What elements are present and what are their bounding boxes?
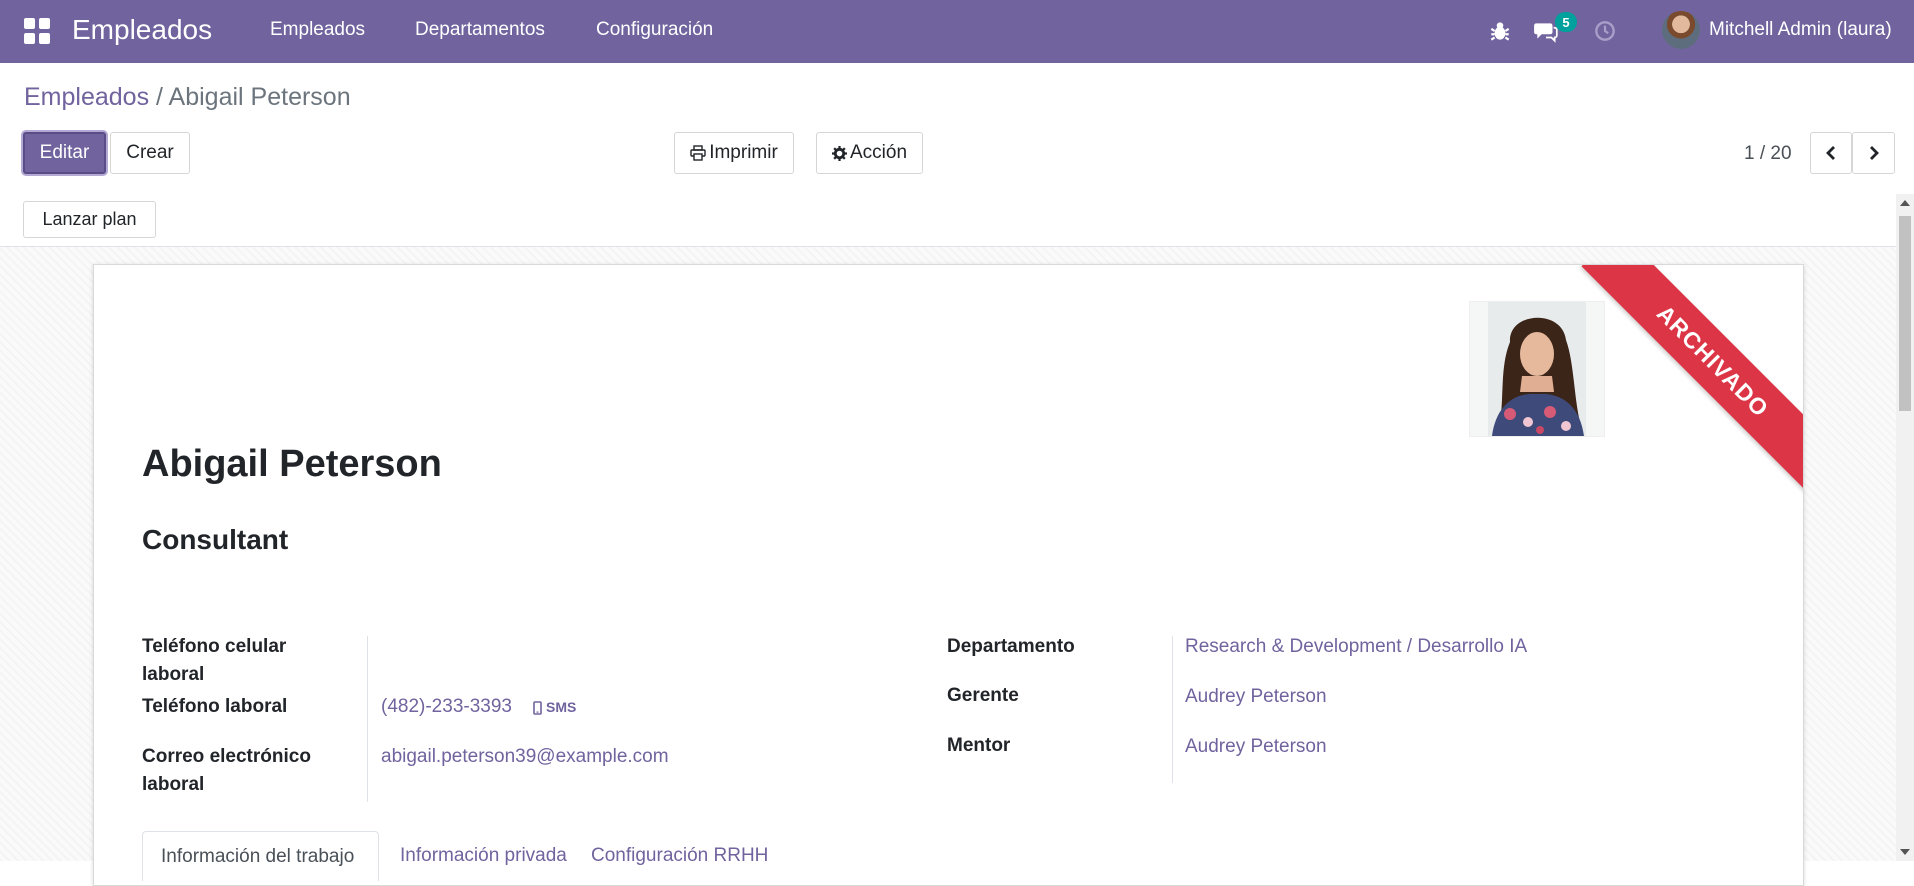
label-work-email: Correo electrónico laboral [142,746,311,795]
print-button[interactable]: Imprimir [674,132,794,174]
employee-name[interactable]: Abigail Peterson [142,443,442,486]
create-button[interactable]: Crear [110,132,190,174]
menu-item-departamentos[interactable]: Departamentos [415,19,545,41]
action-button[interactable]: Acción [816,132,923,174]
label-manager: Gerente [947,685,1019,706]
pager-next-button[interactable] [1852,132,1895,174]
value-department[interactable]: Research & Development / Desarrollo IA [1185,633,1527,661]
edit-button[interactable]: Editar [23,132,106,174]
breadcrumb: Empleados / Abigail Peterson [24,83,351,112]
value-work-phone[interactable]: (482)-233-3393 [381,693,512,721]
user-name[interactable]: Mitchell Admin (laura) [1709,19,1892,41]
apps-icon[interactable] [24,18,50,44]
employee-form-sheet: ARCHIVADO Abigail Peterson Consultant Te… [93,264,1804,886]
print-label: Imprimir [709,142,778,163]
employee-job-title[interactable]: Consultant [142,524,288,556]
breadcrumb-separator: / [149,83,169,111]
field-divider [367,636,368,802]
top-navbar: Empleados Empleados Departamentos Config… [0,0,1914,63]
avatar[interactable] [1662,11,1700,49]
control-panel: Empleados / Abigail Peterson Editar Crea… [0,63,1914,195]
value-mentor[interactable]: Audrey Peterson [1185,733,1327,761]
label-mentor: Mentor [947,735,1011,756]
app-title[interactable]: Empleados [72,14,212,46]
page-scrollbar[interactable] [1896,194,1914,861]
mobile-icon[interactable] [533,701,542,715]
tab-work-information[interactable]: Información del trabajo [142,831,379,881]
chevron-left-icon [1826,146,1835,160]
archived-ribbon: ARCHIVADO [1581,265,1803,493]
statusbar: Lanzar plan [0,194,1896,247]
employee-photo[interactable] [1469,301,1605,437]
menu-item-empleados[interactable]: Empleados [270,19,365,41]
pager-previous-button[interactable] [1810,132,1852,174]
scroll-thumb[interactable] [1899,216,1911,411]
menu-item-configuracion[interactable]: Configuración [596,19,713,41]
label-department: Departamento [947,636,1075,657]
tab-hr-settings[interactable]: Configuración RRHH [573,831,786,881]
scroll-up-arrow[interactable] [1900,200,1910,206]
clock-icon[interactable] [1592,18,1618,44]
breadcrumb-current: Abigail Peterson [168,83,351,111]
scroll-down-arrow[interactable] [1900,849,1910,855]
pager-value[interactable]: 1 / 20 [1744,143,1792,165]
label-work-phone: Teléfono laboral [142,696,288,717]
chevron-right-icon [1869,146,1879,160]
action-label: Acción [849,142,908,163]
value-work-email[interactable]: abigail.peterson39@example.com [381,743,669,771]
sms-button[interactable]: SMS [546,699,576,715]
value-manager[interactable]: Audrey Peterson [1185,683,1327,711]
launch-plan-button[interactable]: Lanzar plan [23,201,156,238]
label-mobile-phone: Teléfono celular laboral [142,636,287,685]
print-icon [690,145,706,161]
tab-private-information[interactable]: Información privada [382,831,585,881]
bug-icon[interactable] [1487,18,1513,44]
messages-badge: 5 [1555,12,1577,32]
field-divider-right [1172,636,1173,783]
employee-photo-image [1470,302,1604,436]
breadcrumb-parent[interactable]: Empleados [24,83,149,111]
gear-icon [831,145,847,161]
